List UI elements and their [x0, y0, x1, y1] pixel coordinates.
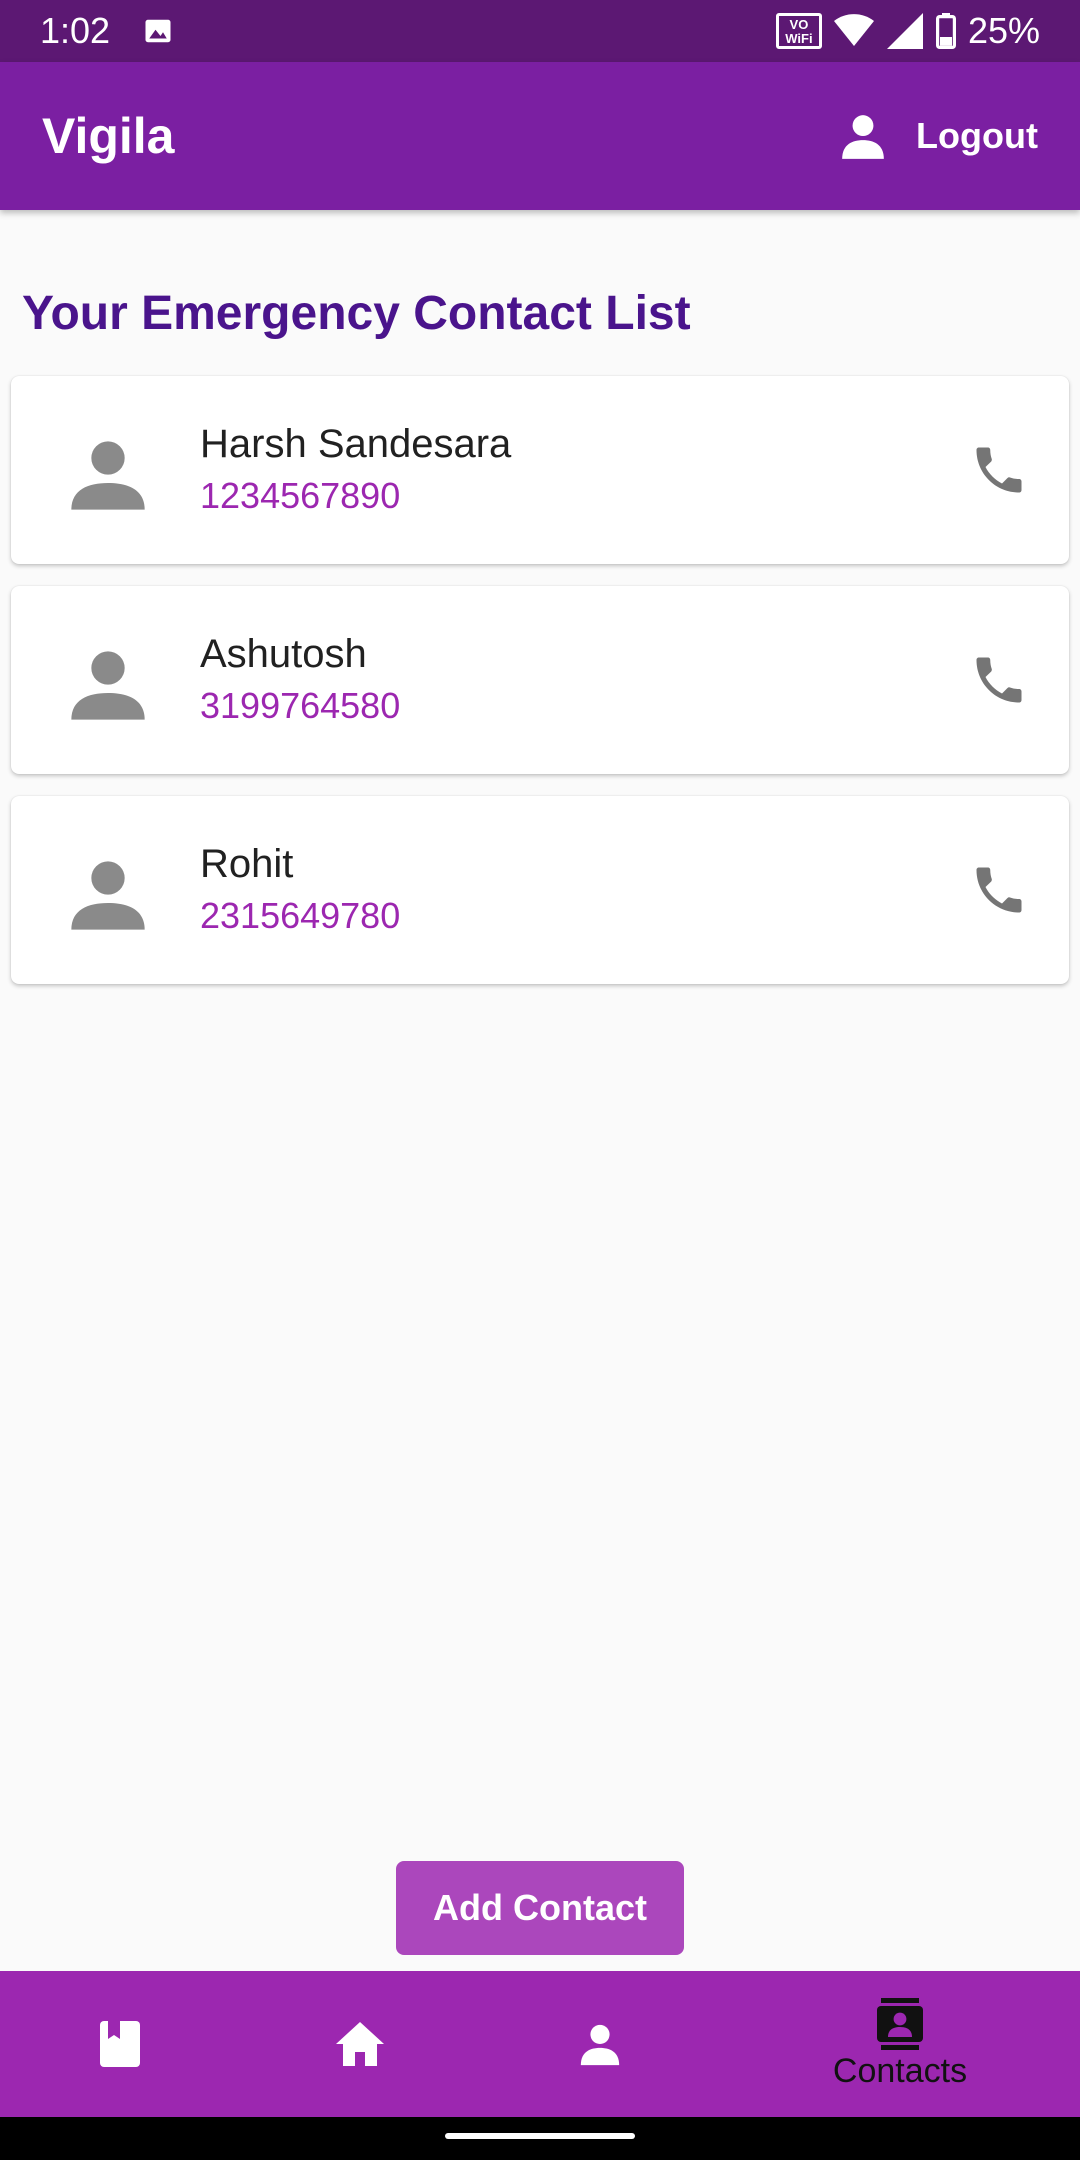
- book-icon: [100, 2021, 140, 2067]
- gallery-notification-icon: [145, 19, 171, 43]
- contacts-icon: [877, 1997, 923, 2050]
- battery-icon: [935, 13, 956, 49]
- app-title: Vigila: [42, 108, 175, 164]
- nav-item-book[interactable]: [0, 1971, 240, 2117]
- avatar-icon: [71, 651, 145, 720]
- contact-name: Ashutosh: [200, 632, 367, 676]
- contact-card[interactable]: Rohit 2315649780: [11, 796, 1069, 984]
- nav-item-home[interactable]: [240, 1971, 480, 2117]
- contact-list: Harsh Sandesara 1234567890 Ashutosh 3199…: [11, 376, 1069, 1006]
- vowifi-top-text: VO: [789, 17, 809, 32]
- signal-icon: [886, 13, 923, 49]
- add-contact-button[interactable]: Add Contact: [396, 1861, 684, 1955]
- nav-item-contacts[interactable]: Contacts: [780, 1971, 1020, 2117]
- phone-icon[interactable]: [969, 860, 1029, 920]
- vowifi-bottom-text: WiFi: [785, 31, 813, 46]
- screen: 1:02 VO WiFi 25% Vigila Logout Your Emer…: [0, 0, 1080, 2160]
- status-bar: 1:02 VO WiFi 25%: [0, 0, 1080, 62]
- phone-icon[interactable]: [969, 650, 1029, 710]
- person-icon: [580, 2024, 620, 2066]
- phone-icon[interactable]: [969, 440, 1029, 500]
- bottom-nav: Contacts: [0, 1971, 1080, 2117]
- page-title: Your Emergency Contact List: [22, 287, 691, 340]
- home-icon: [336, 2022, 384, 2066]
- contact-card[interactable]: Harsh Sandesara 1234567890: [11, 376, 1069, 564]
- status-right: VO WiFi 25%: [775, 8, 1040, 54]
- home-gesture-pill[interactable]: [445, 2133, 635, 2139]
- contact-phone: 3199764580: [200, 685, 401, 726]
- wifi-icon: [833, 14, 874, 46]
- contact-phone: 2315649780: [200, 895, 401, 936]
- vowifi-icon: VO WiFi: [775, 13, 822, 49]
- logout-label: Logout: [916, 115, 1038, 156]
- contact-name: Harsh Sandesara: [200, 422, 512, 466]
- avatar-icon: [71, 861, 145, 930]
- contact-card[interactable]: Ashutosh 3199764580: [11, 586, 1069, 774]
- system-nav-bar: [0, 2117, 1080, 2160]
- nav-label-contacts: Contacts: [832, 2051, 968, 2090]
- status-time: 1:02: [40, 10, 111, 51]
- app-bar: Vigila Logout: [0, 62, 1080, 210]
- contact-name: Rohit: [200, 842, 294, 886]
- nav-item-profile[interactable]: [480, 1971, 720, 2117]
- contact-phone: 1234567890: [200, 475, 401, 516]
- avatar-icon: [71, 441, 145, 510]
- person-icon: [842, 115, 884, 159]
- battery-percent: 25%: [967, 10, 1040, 51]
- logout-button[interactable]: Logout: [838, 108, 1038, 164]
